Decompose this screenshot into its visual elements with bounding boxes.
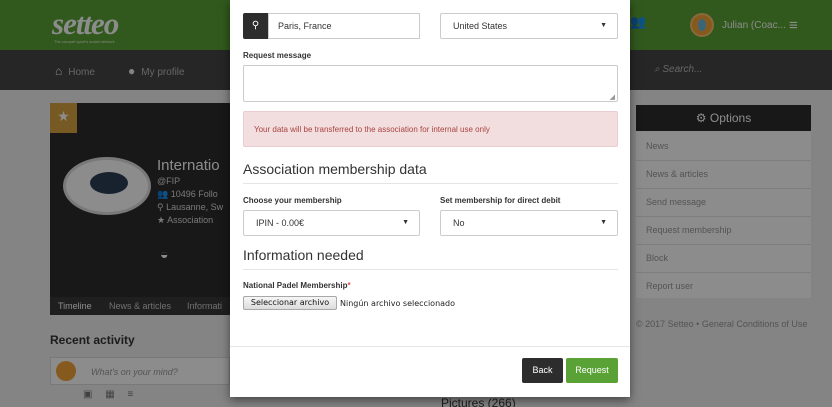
caret-down-icon: ▼ bbox=[600, 219, 607, 226]
national-padel-membership-label: National Padel Membership* bbox=[243, 281, 351, 290]
caret-down-icon: ▼ bbox=[600, 22, 607, 29]
file-status: Ningún archivo seleccionado bbox=[340, 299, 456, 308]
information-section-title: Information needed bbox=[243, 247, 364, 263]
caret-down-icon: ▼ bbox=[402, 219, 409, 226]
city-field[interactable]: Paris, France bbox=[268, 13, 420, 39]
direct-debit-value: No bbox=[453, 218, 465, 228]
request-message-field[interactable]: ◢ bbox=[243, 65, 618, 102]
membership-section-title: Association membership data bbox=[243, 161, 427, 177]
choose-file-button[interactable]: Seleccionar archivo bbox=[243, 296, 337, 310]
membership-select[interactable]: IPIN - 0.00€ ▼ bbox=[243, 210, 420, 236]
data-transfer-alert: Your data will be transferred to the ass… bbox=[243, 111, 618, 147]
required-marker: * bbox=[347, 281, 351, 290]
map-marker-icon: ⚲ bbox=[243, 13, 268, 39]
back-button[interactable]: Back bbox=[522, 358, 563, 383]
direct-debit-select[interactable]: No ▼ bbox=[440, 210, 618, 236]
membership-request-modal: ⚲ Paris, France United States ▼ Request … bbox=[230, 0, 630, 397]
divider bbox=[243, 183, 618, 184]
request-message-label: Request message bbox=[243, 51, 312, 60]
file-label-text: National Padel Membership bbox=[243, 281, 348, 290]
request-button[interactable]: Request bbox=[566, 358, 618, 383]
country-value: United States bbox=[453, 21, 508, 31]
country-select[interactable]: United States ▼ bbox=[440, 13, 618, 39]
direct-debit-label: Set membership for direct debit bbox=[440, 196, 561, 205]
resize-handle-icon[interactable]: ◢ bbox=[610, 93, 615, 101]
divider bbox=[243, 269, 618, 270]
choose-membership-label: Choose your membership bbox=[243, 196, 342, 205]
membership-value: IPIN - 0.00€ bbox=[256, 218, 305, 228]
divider bbox=[230, 346, 630, 347]
